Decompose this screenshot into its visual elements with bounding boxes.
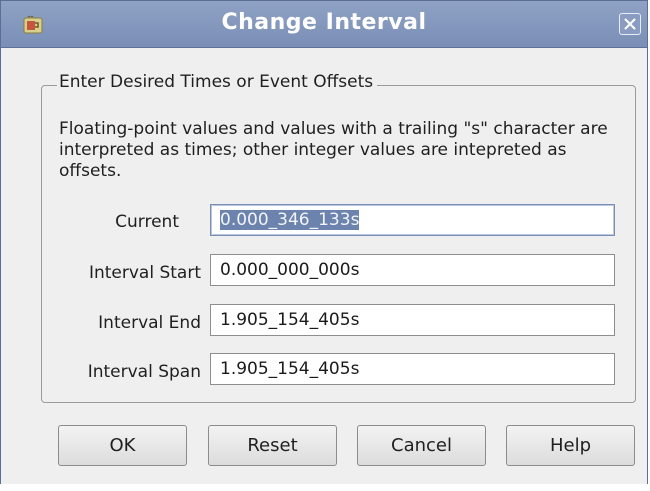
interval-end-label: Interval End (98, 313, 201, 333)
cancel-button[interactable]: Cancel (357, 425, 486, 466)
close-button[interactable] (619, 13, 641, 35)
title-bar[interactable]: Change Interval (1, 1, 647, 48)
interval-span-label: Interval Span (87, 362, 201, 382)
interval-start-field[interactable]: 0.000_000_000s (210, 254, 615, 286)
interval-end-field[interactable]: 1.905_154_405s (210, 304, 615, 336)
interval-span-field[interactable]: 1.905_154_405s (210, 353, 615, 385)
group-legend: Enter Desired Times or Event Offsets (57, 72, 378, 92)
description-text: Floating-point values and values with a … (59, 119, 608, 181)
close-icon (624, 18, 636, 30)
window-title: Change Interval (221, 10, 427, 35)
current-label: Current (115, 212, 179, 232)
interval-start-label: Interval Start (88, 263, 201, 283)
help-button[interactable]: Help (506, 425, 635, 466)
current-value: 0.000_346_133s (220, 210, 360, 230)
reset-button[interactable]: Reset (208, 425, 337, 466)
ok-button[interactable]: OK (58, 425, 187, 466)
current-field[interactable]: 0.000_346_133s (210, 204, 615, 236)
change-interval-dialog: Change Interval Enter Desired Times or E… (0, 0, 648, 484)
